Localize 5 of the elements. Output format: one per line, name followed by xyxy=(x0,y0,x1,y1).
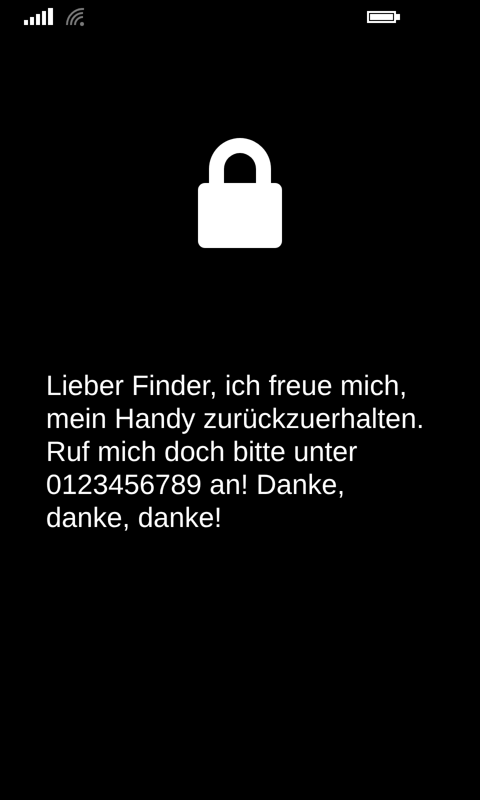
message-text: Lieber Finder, ich freue mich, mein Handy zurückzuerhalten. Ruf mich doch bitte unter 0123456789 an! Danke, danke, danke! xyxy=(46,369,426,534)
wifi-icon xyxy=(66,8,85,26)
signal-icon xyxy=(24,8,53,25)
battery-icon xyxy=(367,11,400,23)
padlock-icon xyxy=(197,135,283,249)
